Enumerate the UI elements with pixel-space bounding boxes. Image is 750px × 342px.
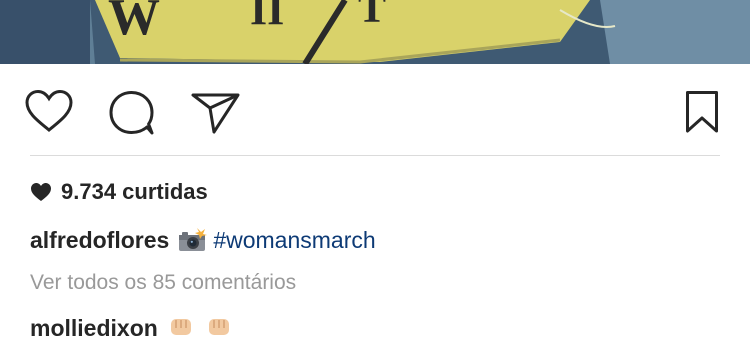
- bookmark-icon[interactable]: [685, 90, 719, 134]
- caption-username[interactable]: alfredoflores: [30, 227, 169, 254]
- post-caption: alfredoflores #womansmarch: [30, 224, 376, 256]
- likes-count[interactable]: 9.734 curtidas: [30, 176, 208, 208]
- raised-fist-icon: [208, 319, 229, 335]
- svg-text:II: II: [250, 0, 284, 34]
- raised-fist-icon: [170, 319, 191, 335]
- paper-plane-icon[interactable]: [190, 91, 242, 135]
- comment-username[interactable]: molliedixon: [30, 315, 158, 342]
- svg-text:T: T: [358, 0, 386, 32]
- caption-hashtag[interactable]: #womansmarch: [213, 227, 375, 254]
- post-action-bar: [0, 64, 750, 156]
- view-all-comments-link[interactable]: Ver todos os 85 comentários: [30, 268, 296, 298]
- speech-bubble-icon[interactable]: [108, 90, 156, 136]
- svg-text:W: W: [108, 0, 160, 46]
- action-bar-divider: [30, 155, 720, 156]
- photo-image: W II T: [0, 0, 750, 64]
- post-photo[interactable]: W II T: [0, 0, 750, 64]
- heart-outline-icon[interactable]: [24, 89, 74, 133]
- likes-text: 9.734 curtidas: [61, 179, 208, 204]
- camera-with-flash-icon: [179, 228, 208, 251]
- heart-filled-icon: [31, 183, 51, 201]
- comment-item: molliedixon: [30, 314, 234, 342]
